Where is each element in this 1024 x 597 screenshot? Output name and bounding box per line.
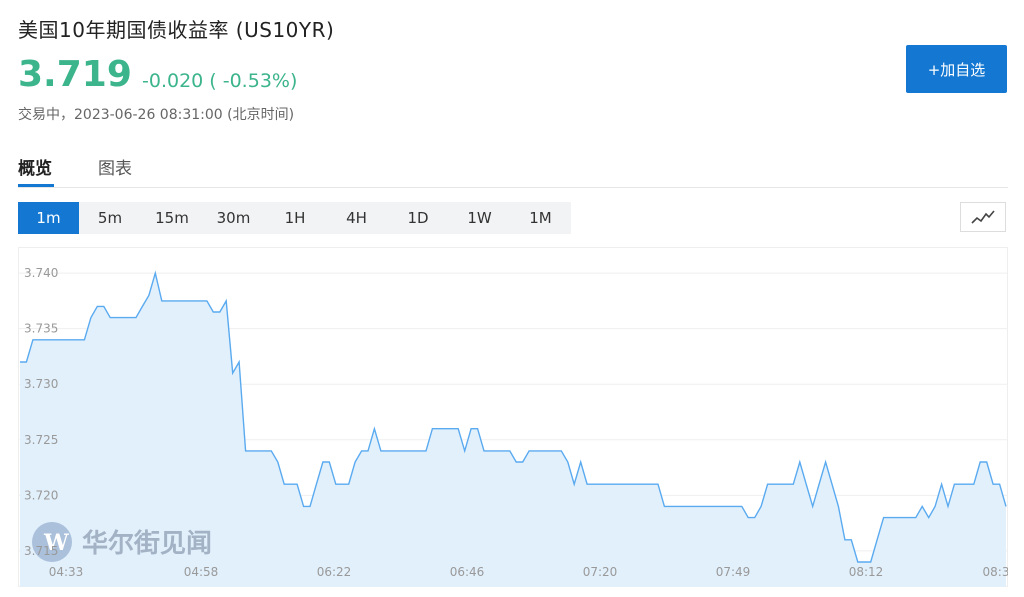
line-chart-icon bbox=[971, 210, 995, 224]
x-tick-label: 04:33 bbox=[49, 565, 84, 579]
y-tick-label: 3.720 bbox=[24, 488, 58, 502]
period-15m[interactable]: 15m bbox=[141, 202, 203, 234]
tab-divider bbox=[18, 187, 1008, 188]
x-tick-label: 06:22 bbox=[317, 565, 352, 579]
x-tick-label: 06:46 bbox=[450, 565, 485, 579]
tab-chart[interactable]: 图表 bbox=[98, 154, 132, 179]
x-tick-label: 08:12 bbox=[849, 565, 884, 579]
x-tick-label: 04:58 bbox=[184, 565, 219, 579]
current-price: 3.719 bbox=[18, 54, 132, 95]
price-change: -0.020 ( -0.53%) bbox=[142, 70, 298, 92]
page-title: 美国10年期国债收益率 (US10YR) bbox=[18, 18, 335, 42]
y-tick-label: 3.735 bbox=[24, 322, 58, 336]
period-1m[interactable]: 1m bbox=[18, 202, 79, 234]
period-4h[interactable]: 4H bbox=[326, 202, 387, 234]
period-1w[interactable]: 1W bbox=[449, 202, 510, 234]
tab-overview[interactable]: 概览 bbox=[18, 154, 52, 179]
price-chart-svg: W 华尔街见闻 3.7403.7353.7303.7253.7203.715 0… bbox=[18, 247, 1009, 587]
y-tick-label: 3.740 bbox=[24, 266, 58, 280]
y-tick-label: 3.730 bbox=[24, 377, 58, 391]
period-5m[interactable]: 5m bbox=[79, 202, 141, 234]
period-30m[interactable]: 30m bbox=[203, 202, 264, 234]
period-1h[interactable]: 1H bbox=[264, 202, 326, 234]
y-tick-label: 3.725 bbox=[24, 433, 58, 447]
x-tick-label: 08:3 bbox=[983, 565, 1008, 579]
period-1mo[interactable]: 1M bbox=[510, 202, 571, 234]
add-watchlist-button[interactable]: +加自选 bbox=[906, 45, 1007, 93]
y-tick-label: 3.715 bbox=[24, 544, 58, 558]
x-tick-label: 07:49 bbox=[716, 565, 751, 579]
trading-status: 交易中，2023-06-26 08:31:00 (北京时间) bbox=[18, 107, 295, 123]
x-tick-label: 07:20 bbox=[583, 565, 618, 579]
chart-type-toggle[interactable] bbox=[960, 202, 1006, 232]
period-1d[interactable]: 1D bbox=[387, 202, 449, 234]
period-selector: 1m 5m 15m 30m 1H 4H 1D 1W 1M bbox=[18, 202, 571, 234]
watermark-text: 华尔街见闻 bbox=[82, 528, 212, 559]
price-chart: W 华尔街见闻 3.740 3.735 3.730 3.725 3.720 3.715 0… bbox=[18, 247, 1009, 587]
